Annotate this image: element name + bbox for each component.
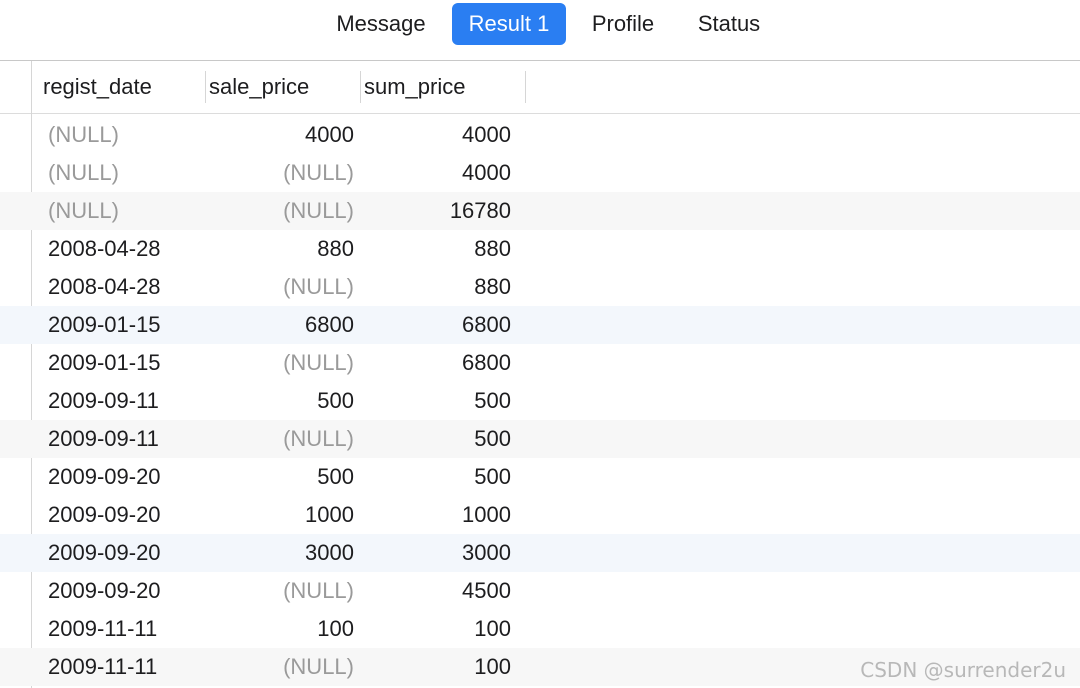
- cell-sale-price[interactable]: 500: [206, 382, 354, 420]
- tab-profile[interactable]: Profile: [578, 3, 668, 45]
- column-header-sum-price[interactable]: sum_price: [361, 61, 526, 113]
- cell-sum-price[interactable]: 6800: [361, 344, 511, 382]
- cell-regist-date[interactable]: 2009-09-11: [48, 382, 208, 420]
- cell-regist-date[interactable]: (NULL): [48, 116, 208, 154]
- cell-sum-price[interactable]: 4000: [361, 116, 511, 154]
- cell-sum-price[interactable]: 3000: [361, 534, 511, 572]
- tab-status[interactable]: Status: [684, 3, 774, 45]
- table-row[interactable]: (NULL) (NULL) 16780: [0, 192, 1080, 230]
- cell-sale-price[interactable]: 1000: [206, 496, 354, 534]
- cell-sum-price[interactable]: 4000: [361, 154, 511, 192]
- table-row[interactable]: 2009-09-20 3000 3000: [0, 534, 1080, 572]
- cell-sale-price[interactable]: (NULL): [206, 268, 354, 306]
- cell-regist-date[interactable]: (NULL): [48, 154, 208, 192]
- cell-sale-price[interactable]: (NULL): [206, 154, 354, 192]
- cell-sum-price[interactable]: 1000: [361, 496, 511, 534]
- cell-regist-date[interactable]: (NULL): [48, 192, 208, 230]
- cell-sale-price[interactable]: (NULL): [206, 572, 354, 610]
- cell-sum-price[interactable]: 500: [361, 382, 511, 420]
- cell-regist-date[interactable]: 2008-04-28: [48, 268, 208, 306]
- column-resize-handle[interactable]: [205, 71, 206, 103]
- column-header-regist-date[interactable]: regist_date: [31, 61, 206, 113]
- cell-regist-date[interactable]: 2009-09-20: [48, 534, 208, 572]
- result-grid-body: (NULL) 4000 4000 (NULL) (NULL) 4000 (NULL) (NUL…: [0, 116, 1080, 686]
- cell-regist-date[interactable]: 2009-09-20: [48, 496, 208, 534]
- cell-sale-price[interactable]: 100: [206, 610, 354, 648]
- cell-regist-date[interactable]: 2009-11-11: [48, 610, 208, 648]
- table-row[interactable]: 2009-01-15 6800 6800: [0, 306, 1080, 344]
- table-row[interactable]: (NULL) 4000 4000: [0, 116, 1080, 154]
- watermark: CSDN @surrender2u: [860, 658, 1066, 682]
- table-row[interactable]: (NULL) (NULL) 4000: [0, 154, 1080, 192]
- cell-sale-price[interactable]: 3000: [206, 534, 354, 572]
- result-tab-bar: Message Result 1 Profile Status: [0, 0, 1080, 61]
- cell-regist-date[interactable]: 2009-01-15: [48, 306, 208, 344]
- table-row[interactable]: 2009-09-11 500 500: [0, 382, 1080, 420]
- column-header-sale-price[interactable]: sale_price: [206, 61, 361, 113]
- cell-regist-date[interactable]: 2009-09-20: [48, 458, 208, 496]
- cell-sale-price[interactable]: (NULL): [206, 344, 354, 382]
- cell-sum-price[interactable]: 880: [361, 230, 511, 268]
- table-row[interactable]: 2008-04-28 (NULL) 880: [0, 268, 1080, 306]
- cell-sum-price[interactable]: 6800: [361, 306, 511, 344]
- cell-regist-date[interactable]: 2009-01-15: [48, 344, 208, 382]
- cell-sum-price[interactable]: 500: [361, 458, 511, 496]
- cell-sale-price[interactable]: (NULL): [206, 192, 354, 230]
- tab-message[interactable]: Message: [322, 3, 440, 45]
- cell-sale-price[interactable]: 4000: [206, 116, 354, 154]
- cell-sum-price[interactable]: 880: [361, 268, 511, 306]
- cell-sum-price[interactable]: 100: [361, 610, 511, 648]
- cell-sale-price[interactable]: (NULL): [206, 420, 354, 458]
- cell-regist-date[interactable]: 2009-11-11: [48, 648, 208, 686]
- table-row[interactable]: 2009-11-11 100 100: [0, 610, 1080, 648]
- cell-regist-date[interactable]: 2009-09-11: [48, 420, 208, 458]
- cell-sale-price[interactable]: 880: [206, 230, 354, 268]
- cell-sale-price[interactable]: 500: [206, 458, 354, 496]
- cell-sum-price[interactable]: 4500: [361, 572, 511, 610]
- result-grid-header: regist_date sale_price sum_price: [0, 61, 1080, 114]
- column-resize-handle[interactable]: [525, 71, 526, 103]
- table-row[interactable]: 2009-09-20 500 500: [0, 458, 1080, 496]
- cell-sale-price[interactable]: (NULL): [206, 648, 354, 686]
- tab-result-1[interactable]: Result 1: [452, 3, 566, 45]
- cell-sale-price[interactable]: 6800: [206, 306, 354, 344]
- cell-sum-price[interactable]: 16780: [361, 192, 511, 230]
- table-row[interactable]: 2009-01-15 (NULL) 6800: [0, 344, 1080, 382]
- table-row[interactable]: 2009-09-11 (NULL) 500: [0, 420, 1080, 458]
- cell-sum-price[interactable]: 100: [361, 648, 511, 686]
- cell-sum-price[interactable]: 500: [361, 420, 511, 458]
- cell-regist-date[interactable]: 2008-04-28: [48, 230, 208, 268]
- table-row[interactable]: 2009-09-20 1000 1000: [0, 496, 1080, 534]
- table-row[interactable]: 2009-09-20 (NULL) 4500: [0, 572, 1080, 610]
- column-resize-handle[interactable]: [360, 71, 361, 103]
- cell-regist-date[interactable]: 2009-09-20: [48, 572, 208, 610]
- table-row[interactable]: 2008-04-28 880 880: [0, 230, 1080, 268]
